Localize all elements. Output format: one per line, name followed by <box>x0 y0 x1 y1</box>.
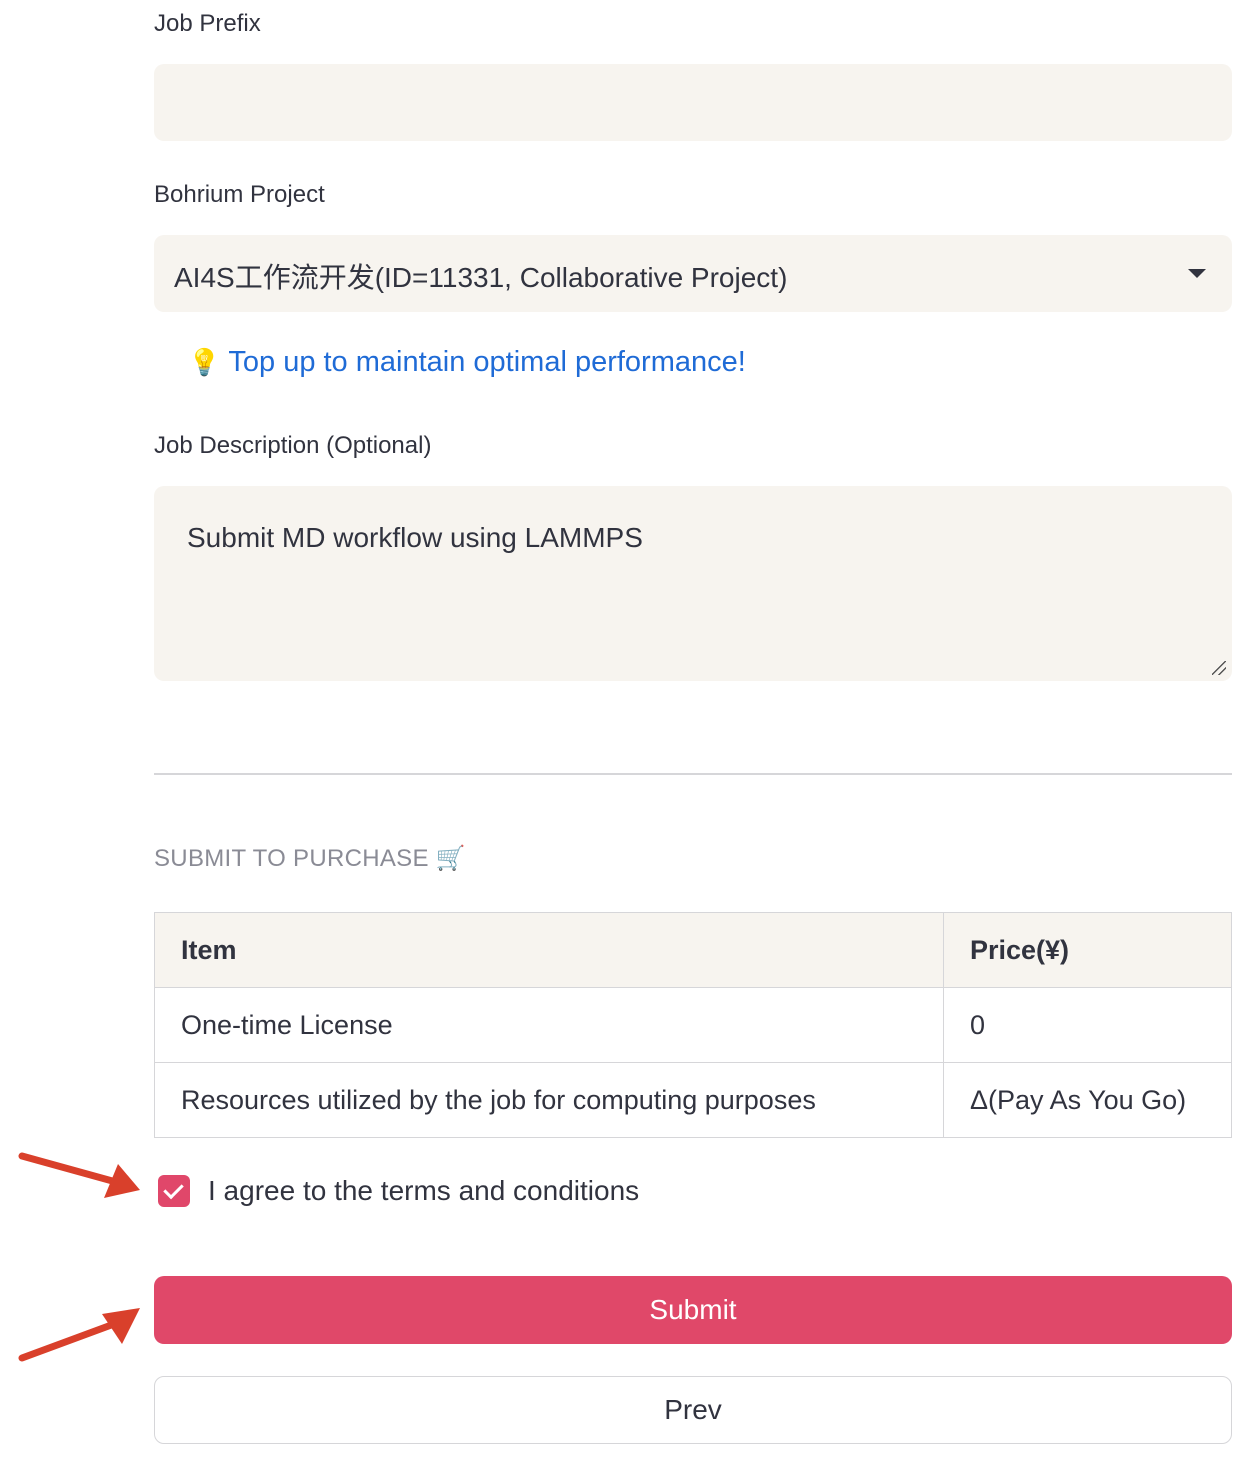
table-header-row: Item Price(¥) <box>154 912 1232 988</box>
table-row: One-time License 0 <box>154 987 1232 1063</box>
table-cell-price: 0 <box>943 987 1232 1063</box>
annotation-arrow-icon <box>18 1308 140 1362</box>
description-label: Job Description (Optional) <box>154 432 432 459</box>
agree-terms-checkbox-row[interactable]: I agree to the terms and conditions <box>158 1175 639 1207</box>
project-label: Bohrium Project <box>154 181 325 208</box>
table-cell-item: One-time License <box>154 987 944 1063</box>
column-header-price: Price(¥) <box>943 912 1232 988</box>
description-textarea[interactable]: Submit MD workflow using LAMMPS <box>154 486 1232 681</box>
topup-link[interactable]: Top up to maintain optimal performance! <box>228 346 745 379</box>
agree-checkbox[interactable] <box>158 1175 190 1207</box>
project-selected-value: AI4S工作流开发(ID=11331, Collaborative Projec… <box>174 262 788 293</box>
job-prefix-label: Job Prefix <box>154 10 261 37</box>
annotation-arrow-icon <box>18 1152 140 1198</box>
table-cell-item: Resources utilized by the job for comput… <box>154 1062 944 1138</box>
job-submit-form: Job Prefix Bohrium Project AI4S工作流开发(ID=… <box>0 0 1250 1466</box>
lightbulb-icon: 💡 <box>188 347 221 377</box>
description-value: Submit MD workflow using LAMMPS <box>187 522 643 553</box>
project-select[interactable]: AI4S工作流开发(ID=11331, Collaborative Projec… <box>154 235 1232 312</box>
chevron-down-icon <box>1188 269 1206 278</box>
prev-button[interactable]: Prev <box>154 1376 1232 1444</box>
job-prefix-input[interactable] <box>154 64 1232 141</box>
purchase-heading: SUBMIT TO PURCHASE 🛒 <box>154 845 466 872</box>
agree-label: I agree to the terms and conditions <box>208 1175 640 1206</box>
submit-button[interactable]: Submit <box>154 1276 1232 1344</box>
table-cell-price: Δ(Pay As You Go) <box>943 1062 1232 1138</box>
resize-handle-icon[interactable] <box>1212 661 1226 675</box>
column-header-item: Item <box>154 912 944 988</box>
topup-tip[interactable]: 💡 Top up to maintain optimal performance… <box>188 346 746 379</box>
divider <box>154 773 1232 775</box>
table-row: Resources utilized by the job for comput… <box>154 1062 1232 1138</box>
purchase-table: Item Price(¥) One-time License 0 Resourc… <box>154 912 1232 1138</box>
